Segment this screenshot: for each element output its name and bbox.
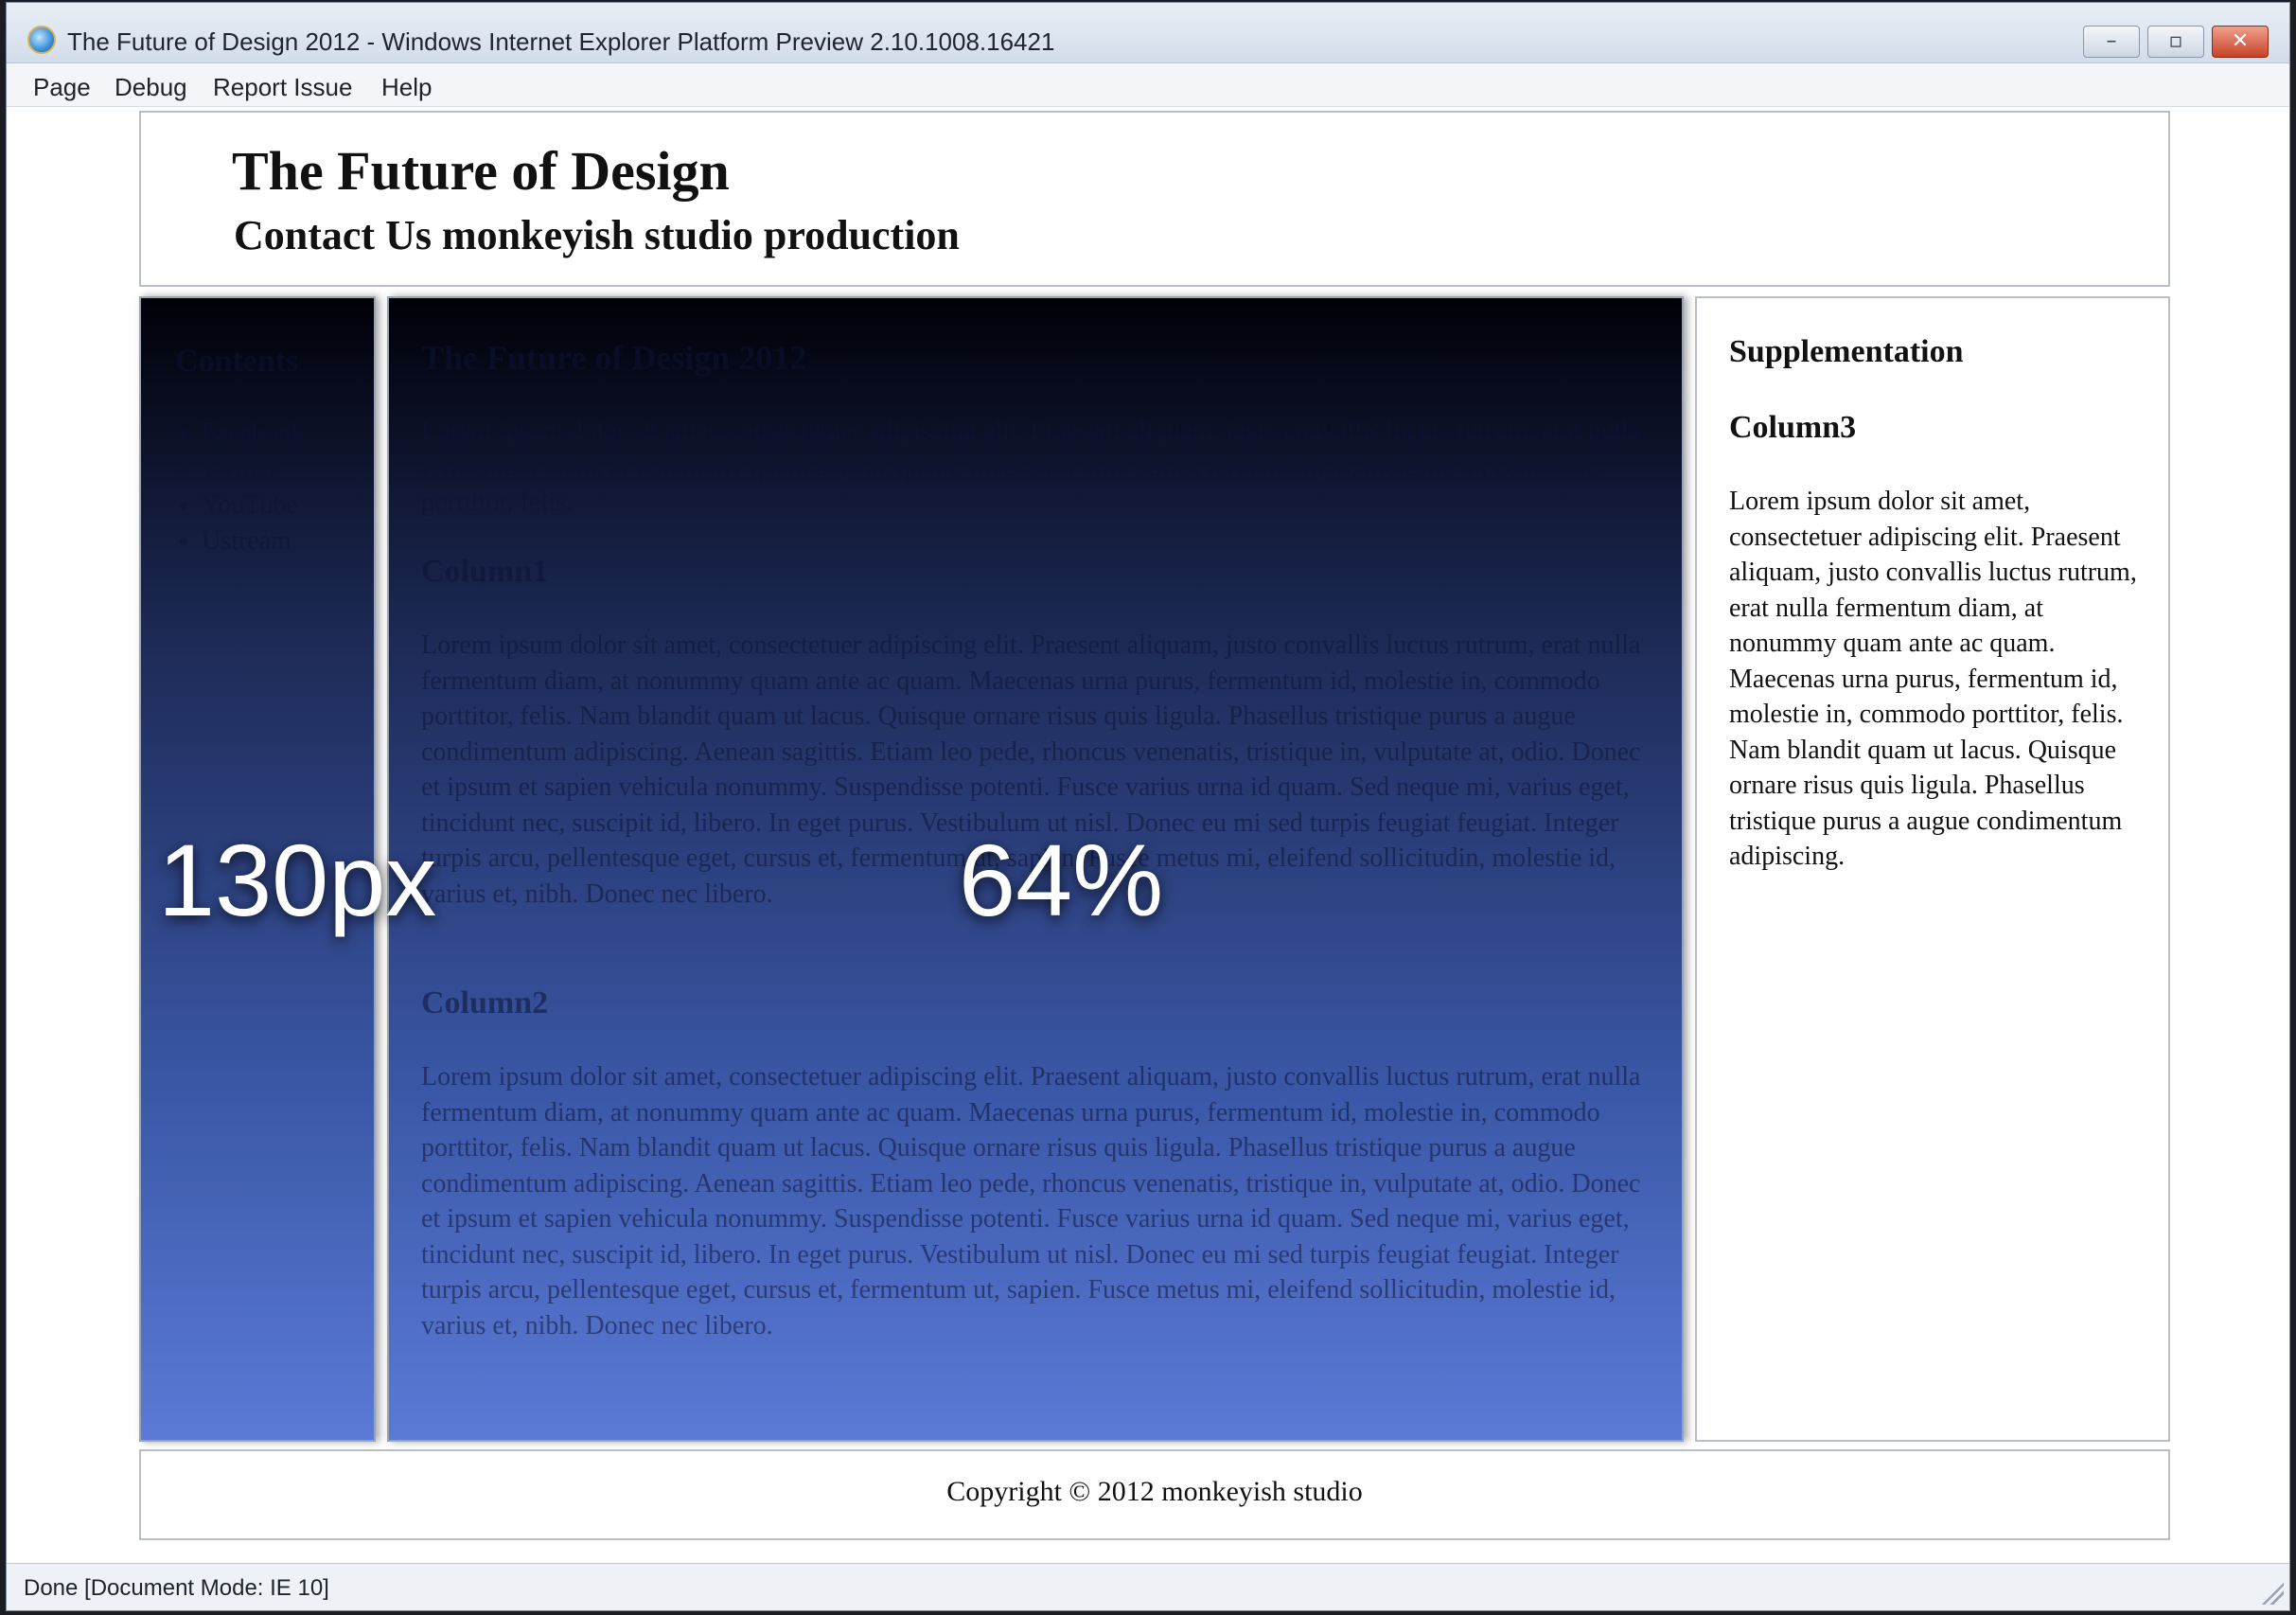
menu-bar: Page Debug Report Issue Help — [7, 63, 2289, 107]
site-header: The Future of Design Contact Us monkeyis… — [139, 111, 2170, 287]
main-intro-text: Lorem ipsum dolor sit amet, consectetuer… — [421, 417, 1641, 517]
nav-item-youtube[interactable]: YouTube — [202, 488, 305, 524]
main-heading: The Future of Design 2012 — [421, 339, 807, 377]
nav-item-ustream[interactable]: Ustream — [202, 524, 305, 559]
column2-text: Lorem ipsum dolor sit amet, consectetuer… — [421, 1062, 1641, 1340]
copyright-text: Copyright © 2012 monkeyish studio — [946, 1476, 1363, 1507]
site-title: The Future of Design — [232, 140, 730, 202]
status-bar: Done [Document Mode: IE 10] — [7, 1563, 2289, 1610]
maximize-button[interactable]: ▫ — [2147, 26, 2204, 58]
supplementation-heading: Supplementation — [1729, 334, 1964, 369]
site-subtitle: Contact Us monkeyish studio production — [234, 212, 960, 258]
left-column-heading: Contents — [175, 344, 299, 379]
nav-item-facebook[interactable]: Facebook — [202, 416, 305, 452]
menu-item-debug[interactable]: Debug — [115, 73, 187, 102]
resize-grip-icon[interactable] — [2259, 1580, 2284, 1605]
window-title: The Future of Design 2012 - Windows Inte… — [67, 27, 1055, 56]
title-bar[interactable]: The Future of Design 2012 - Windows Inte… — [7, 3, 2289, 63]
menu-item-page[interactable]: Page — [33, 73, 91, 102]
site-footer: Copyright © 2012 monkeyish studio — [139, 1449, 2170, 1540]
status-text: Done [Document Mode: IE 10] — [24, 1575, 329, 1601]
main-width-annotation: 64% — [959, 823, 1164, 937]
left-nav-list: Facebook Twitter YouTube Ustream — [175, 416, 305, 559]
minimize-button[interactable]: – — [2083, 26, 2140, 58]
close-button[interactable]: ✕ — [2212, 26, 2269, 58]
menu-item-help[interactable]: Help — [381, 73, 432, 102]
column3-text: Lorem ipsum dolor sit amet, consectetuer… — [1729, 487, 2137, 871]
page-viewport[interactable]: The Future of Design Contact Us monkeyis… — [7, 107, 2289, 1565]
column2-heading: Column2 — [421, 985, 549, 1020]
ie-icon — [27, 26, 56, 54]
browser-window: The Future of Design 2012 - Windows Inte… — [6, 2, 2290, 1611]
column3-heading: Column3 — [1729, 410, 1857, 445]
column1-heading: Column1 — [421, 554, 549, 589]
left-width-annotation: 130px — [158, 823, 437, 937]
right-column: Supplementation Column3 Lorem ipsum dolo… — [1695, 296, 2170, 1442]
nav-item-twitter[interactable]: Twitter — [202, 452, 305, 488]
menu-item-report-issue[interactable]: Report Issue — [213, 73, 352, 102]
